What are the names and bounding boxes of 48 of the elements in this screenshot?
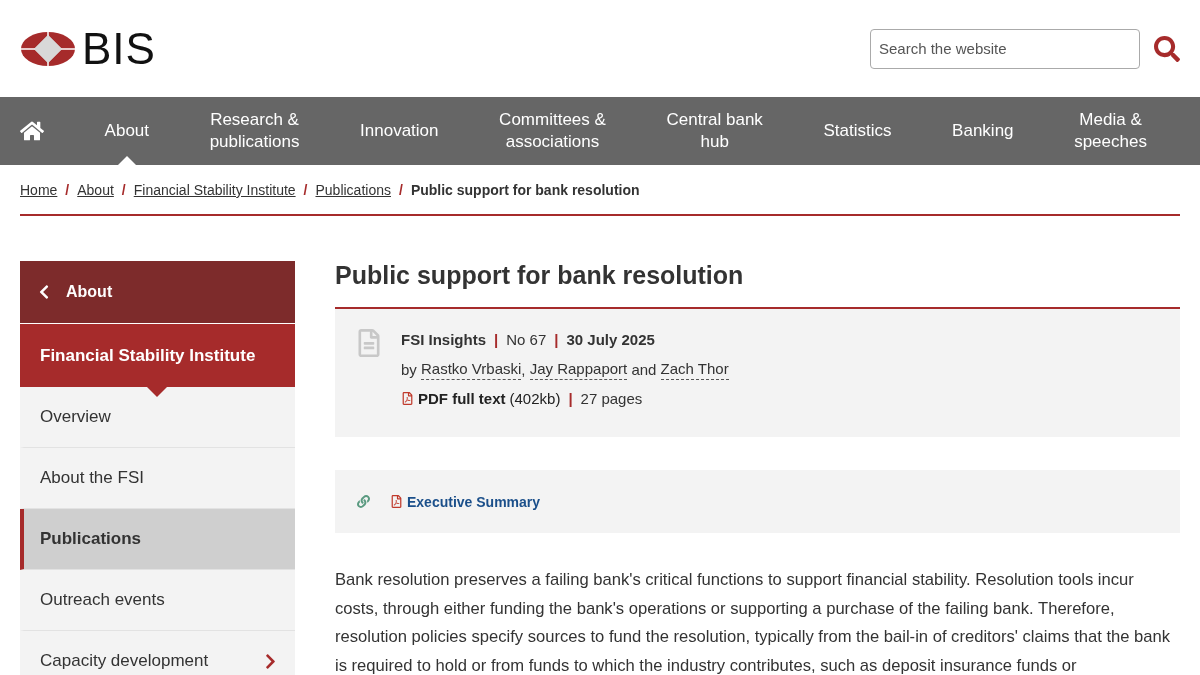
nav-item[interactable]: Banking bbox=[952, 97, 1014, 165]
nav-item[interactable]: About bbox=[104, 97, 150, 165]
breadcrumb-separator: / bbox=[65, 181, 70, 198]
nav-item[interactable]: Central bank hub bbox=[666, 97, 763, 165]
sidebar-item[interactable]: About the FSI bbox=[20, 448, 295, 509]
sidebar-item[interactable]: Overview bbox=[20, 387, 295, 448]
sidebar-item[interactable]: Publications bbox=[20, 509, 295, 570]
separator: | bbox=[568, 389, 573, 409]
search-icon[interactable] bbox=[1154, 35, 1180, 62]
separator: | bbox=[554, 330, 559, 350]
executive-summary-link[interactable]: Executive Summary bbox=[390, 493, 541, 510]
nav-item[interactable]: Statistics bbox=[823, 97, 892, 165]
article-paragraph: Bank resolution preserves a failing bank's critical functions to support financial stability. Resolution tools incur costs, through either funding the bank's operations or supporting a purchase of the failing bank. Therefore, resolution policies specify sources to fund the resolution, typically from the bail-in of creditors' claims that the bank is required to hold or from funds to which the industry contributes, such as deposit insurance funds or bbox=[335, 569, 1172, 675]
nav-item[interactable]: Research & publications bbox=[209, 97, 300, 165]
publication-date: 30 July 2025 bbox=[566, 330, 655, 350]
sidebar-item[interactable]: Capacity development bbox=[20, 631, 295, 675]
by-text: by bbox=[401, 359, 417, 380]
pdf-link[interactable]: PDF full text (402kb) bbox=[401, 388, 561, 409]
author-link[interactable]: Zach Thor bbox=[660, 358, 729, 380]
issue-number: No 67 bbox=[506, 330, 547, 350]
separator: | bbox=[494, 330, 499, 350]
breadcrumb-link[interactable]: Financial Stability Institute bbox=[133, 181, 296, 198]
logo-mark-icon bbox=[20, 30, 76, 67]
breadcrumb-separator: / bbox=[121, 181, 126, 198]
and-text: and bbox=[630, 359, 658, 380]
pdf-icon bbox=[390, 495, 403, 508]
series-name: FSI Insights bbox=[401, 330, 486, 350]
nav-item[interactable]: Innovation bbox=[360, 97, 439, 165]
nav-item[interactable]: Media & speeches bbox=[1074, 97, 1147, 165]
pdf-icon bbox=[401, 392, 414, 405]
page-count: 27 pages bbox=[580, 389, 643, 409]
comma: , bbox=[521, 359, 527, 380]
search-field[interactable]: Search the website bbox=[870, 28, 1140, 69]
home-icon[interactable] bbox=[20, 119, 44, 143]
nav-item[interactable]: Committees & associations bbox=[499, 97, 606, 165]
link-icon bbox=[357, 495, 370, 508]
breadcrumb-link[interactable]: Publications bbox=[315, 181, 391, 198]
breadcrumb-link[interactable]: About bbox=[77, 181, 114, 198]
breadcrumb-link[interactable]: Home bbox=[20, 181, 58, 198]
breadcrumb-current: Public support for bank resolution bbox=[410, 181, 640, 198]
bis-logo[interactable]: BIS bbox=[20, 23, 156, 74]
author-link[interactable]: Jay Rappaport bbox=[529, 358, 628, 380]
sidebar-item[interactable]: Outreach events bbox=[20, 570, 295, 631]
logo-text: BIS bbox=[82, 23, 156, 74]
back-link[interactable]: About bbox=[20, 261, 295, 324]
breadcrumb-separator: / bbox=[303, 181, 308, 198]
section-heading[interactable]: Financial Stability Institute bbox=[20, 324, 295, 387]
breadcrumb-separator: / bbox=[399, 181, 403, 198]
